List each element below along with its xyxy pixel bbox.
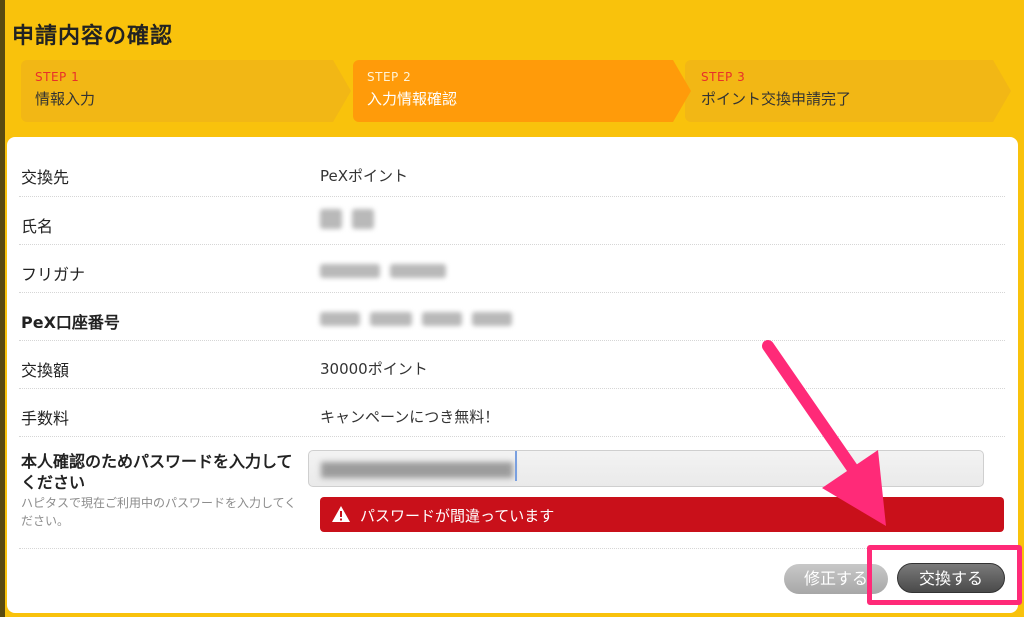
error-text: パスワードが間違っています [360, 507, 555, 525]
text-caret [515, 451, 517, 481]
step-number: STEP 3 [701, 70, 746, 84]
password-help-text: ハピタスで現在ご利用中のパスワードを入力してください。 [21, 496, 297, 528]
password-label: 本人確認のためパスワードを入力してください [21, 452, 293, 492]
step-number: STEP 2 [367, 70, 412, 84]
row-pex-account: PeX口座番号 [19, 293, 1005, 341]
page-title: 申請内容の確認 [12, 24, 174, 49]
redacted-value [320, 309, 522, 327]
step-2: STEP 2 入力情報確認 [353, 60, 691, 122]
redacted-value [320, 261, 456, 279]
step-progress: STEP 1 情報入力 STEP 3 ポイント交換申請完了 STEP 2 入力情… [21, 60, 1011, 124]
error-message: パスワードが間違っています [320, 497, 1004, 532]
row-label: 氏名 [21, 217, 54, 236]
redacted-value [320, 209, 384, 229]
step-name: ポイント交換申請完了 [701, 90, 852, 108]
warning-icon [332, 506, 350, 522]
annotation-highlight-box [867, 545, 1022, 605]
step-name: 入力情報確認 [367, 90, 458, 108]
row-label: 手数料 [21, 409, 70, 428]
row-value: キャンペーンにつき無料！ [320, 408, 500, 426]
row-label: 交換先 [21, 168, 70, 187]
annotation-arrow-icon [762, 340, 886, 526]
row-label: 交換額 [21, 361, 70, 380]
row-value: PeXポイント [320, 167, 409, 185]
row-value: 30000ポイント [320, 360, 428, 378]
masked-password [321, 462, 513, 478]
row-name: 氏名 [19, 197, 1005, 245]
row-label: PeX口座番号 [21, 313, 120, 332]
row-exchange-destination: 交換先 PeXポイント [19, 137, 1005, 197]
row-furigana: フリガナ [19, 245, 1005, 293]
step-number: STEP 1 [35, 70, 80, 84]
step-1: STEP 1 情報入力 [21, 60, 351, 122]
step-name: 情報入力 [35, 90, 96, 108]
row-label: フリガナ [21, 265, 86, 284]
step-3: STEP 3 ポイント交換申請完了 [685, 60, 1011, 122]
